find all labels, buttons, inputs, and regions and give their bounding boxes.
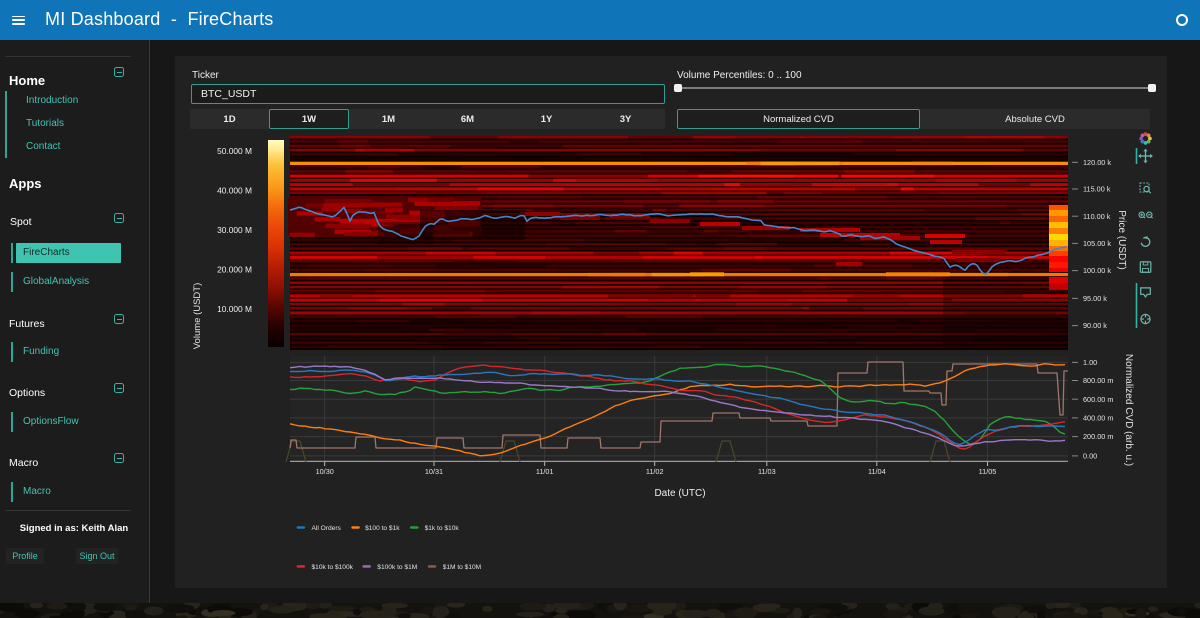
svg-text:$100k to $1M: $100k to $1M bbox=[377, 564, 417, 571]
svg-text:20.000 M: 20.000 M bbox=[217, 265, 252, 275]
svg-text:90.00 k: 90.00 k bbox=[1083, 321, 1107, 330]
svg-text:$1k to $10k: $1k to $10k bbox=[425, 525, 460, 532]
svg-text:110.00 k: 110.00 k bbox=[1083, 212, 1111, 221]
svg-text:11/03: 11/03 bbox=[758, 467, 776, 476]
svg-text:95.00 k: 95.00 k bbox=[1083, 294, 1107, 303]
svg-text:400.00 m: 400.00 m bbox=[1083, 414, 1113, 423]
svg-text:1.00: 1.00 bbox=[1083, 358, 1097, 367]
svg-text:Price (USDT): Price (USDT) bbox=[1116, 210, 1127, 269]
svg-text:120.00 k: 120.00 k bbox=[1083, 158, 1111, 167]
svg-text:All Orders: All Orders bbox=[312, 525, 342, 532]
svg-text:$100 to $1k: $100 to $1k bbox=[365, 525, 400, 532]
svg-text:Normalized CVD (arb. u.): Normalized CVD (arb. u.) bbox=[1123, 354, 1134, 466]
svg-text:200.00 m: 200.00 m bbox=[1083, 432, 1113, 441]
svg-text:$1M to $10M: $1M to $10M bbox=[443, 564, 481, 571]
svg-text:10.000 M: 10.000 M bbox=[217, 304, 252, 314]
svg-text:11/04: 11/04 bbox=[868, 467, 886, 476]
svg-text:Volume (USDT): Volume (USDT) bbox=[192, 283, 203, 350]
svg-text:40.000 M: 40.000 M bbox=[217, 186, 252, 196]
svg-text:30.000 M: 30.000 M bbox=[217, 225, 252, 235]
svg-text:$10k to $100k: $10k to $100k bbox=[312, 564, 354, 571]
svg-text:Date (UTC): Date (UTC) bbox=[654, 488, 705, 499]
svg-text:10/30: 10/30 bbox=[316, 467, 334, 476]
svg-text:800.00 m: 800.00 m bbox=[1083, 376, 1113, 385]
svg-text:50.000 M: 50.000 M bbox=[217, 146, 252, 156]
svg-text:600.00 m: 600.00 m bbox=[1083, 395, 1113, 404]
svg-text:11/02: 11/02 bbox=[646, 467, 664, 476]
svg-text:0.00: 0.00 bbox=[1083, 452, 1097, 461]
svg-text:115.00 k: 115.00 k bbox=[1083, 185, 1111, 194]
svg-text:11/05: 11/05 bbox=[979, 467, 997, 476]
svg-text:105.00 k: 105.00 k bbox=[1083, 239, 1111, 248]
svg-text:11/01: 11/01 bbox=[536, 467, 554, 476]
svg-text:100.00 k: 100.00 k bbox=[1083, 266, 1111, 275]
svg-text:10/31: 10/31 bbox=[425, 467, 443, 476]
